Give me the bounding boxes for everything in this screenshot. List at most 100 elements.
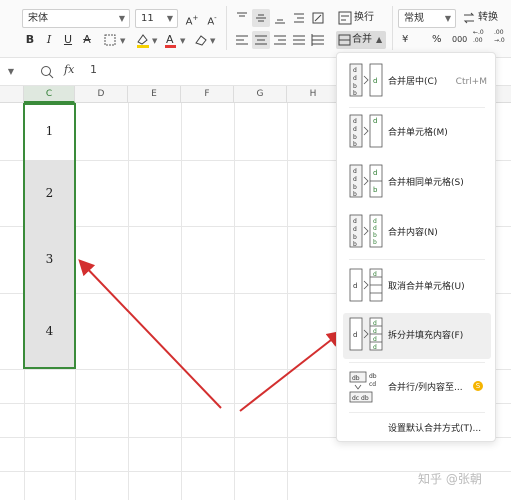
align-right-icon[interactable]: [271, 31, 289, 49]
merge-dropdown-menu: ddbb d 合并居中(C) Ctrl+M ddbb d 合并单元格(M) d …: [336, 52, 496, 442]
svg-text:b: b: [353, 184, 357, 191]
svg-text:b: b: [353, 134, 357, 141]
selection-border: [23, 103, 76, 369]
watermark: 知乎 @张朝: [418, 472, 482, 486]
fill-color-icon[interactable]: ▼: [134, 31, 160, 49]
column-header-c[interactable]: C: [24, 86, 75, 103]
menu-item-split-fill-content[interactable]: d dddd 拆分并填充内容(F): [343, 313, 491, 359]
svg-text:d: d: [373, 218, 377, 225]
column-header-h[interactable]: H: [287, 86, 340, 103]
bold-icon[interactable]: B: [21, 31, 39, 49]
menu-item-shortcut: Ctrl+M: [455, 77, 487, 87]
toolbar-divider: [226, 6, 227, 50]
distribute-icon[interactable]: [309, 31, 327, 49]
align-center-icon[interactable]: [252, 31, 270, 49]
chevron-down-icon: ▼: [166, 14, 173, 23]
merge-button[interactable]: 合并 ▲: [336, 31, 386, 49]
merge-cells-icon: ddbb d: [349, 114, 383, 148]
svg-text:cd: cd: [369, 381, 376, 388]
menu-item-unmerge-cells[interactable]: d d 取消合并单元格(U): [343, 264, 491, 310]
zoom-search-icon[interactable]: [38, 63, 56, 81]
underline-icon[interactable]: U: [59, 31, 77, 49]
chevron-down-icon: ▼: [7, 67, 14, 76]
decimal-increase-button[interactable]: ←.0 .00: [473, 29, 491, 45]
align-top-icon[interactable]: [233, 9, 251, 27]
clear-format-icon[interactable]: ▼: [192, 31, 218, 49]
toolbar: 宋体 ▼ 11 ▼ A+ A- B I U A ▼ ▼ A ▼ ▼ 换行 合并 …: [0, 0, 511, 58]
menu-item-label: 合并居中(C): [388, 77, 438, 87]
indent-icon[interactable]: [290, 9, 308, 27]
column-header-e[interactable]: E: [128, 86, 181, 103]
premium-badge-icon: S: [473, 381, 483, 391]
svg-text:d: d: [373, 320, 377, 327]
align-left-icon[interactable]: [233, 31, 251, 49]
menu-item-label: 拆分并填充内容(F): [388, 331, 464, 341]
wrap-text-label[interactable]: 换行: [354, 9, 374, 27]
menu-item-label: 合并行/列内容至...: [388, 383, 463, 393]
thousands-button[interactable]: 000: [452, 31, 467, 49]
font-size-select[interactable]: 11 ▼: [135, 9, 178, 28]
wrap-text-icon[interactable]: [336, 9, 354, 27]
orientation-icon[interactable]: [309, 9, 327, 27]
svg-text:A: A: [166, 33, 174, 46]
menu-item-label: 设置默认合并方式(T)...: [388, 424, 482, 434]
align-middle-icon[interactable]: [252, 9, 270, 27]
menu-item-label: 合并内容(N): [388, 228, 438, 238]
menu-item-label: 合并相同单元格(S): [388, 178, 464, 188]
column-header-f[interactable]: F: [181, 86, 234, 103]
strikethrough-icon[interactable]: A: [78, 31, 96, 49]
currency-button[interactable]: ¥: [402, 31, 408, 49]
svg-text:d: d: [353, 176, 357, 183]
chevron-up-icon: ▲: [376, 35, 383, 44]
font-color-icon[interactable]: A ▼: [162, 31, 188, 49]
svg-text:d: d: [353, 218, 357, 225]
grid-line: [181, 103, 182, 500]
grid-line: [234, 103, 235, 500]
svg-text:b: b: [353, 90, 357, 97]
chevron-down-icon: ▼: [444, 14, 451, 23]
svg-text:▼: ▼: [180, 37, 186, 45]
number-format-value: 常规: [404, 13, 424, 24]
align-bottom-icon[interactable]: [271, 9, 289, 27]
svg-text:b: b: [353, 241, 357, 248]
menu-divider: [349, 107, 485, 108]
percent-button[interactable]: %: [432, 31, 442, 49]
svg-text:d: d: [373, 344, 377, 351]
menu-item-merge-center[interactable]: ddbb d 合并居中(C) Ctrl+M: [343, 59, 491, 105]
name-box-dropdown[interactable]: ▼: [0, 63, 18, 82]
increase-font-icon[interactable]: A+: [183, 9, 201, 27]
grid-line: [128, 103, 129, 500]
svg-text:▼: ▼: [152, 37, 158, 45]
menu-item-label: 合并单元格(M): [388, 128, 448, 138]
decrease-font-icon[interactable]: A-: [203, 9, 221, 27]
menu-item-set-default-merge[interactable]: 设置默认合并方式(T)...: [343, 419, 491, 439]
convert-label[interactable]: 转换: [478, 9, 498, 27]
toolbar-divider: [392, 6, 393, 50]
svg-text:▼: ▼: [120, 37, 126, 45]
column-header-g[interactable]: G: [234, 86, 287, 103]
corner-cell[interactable]: [0, 86, 24, 103]
menu-item-merge-same-cells[interactable]: ddbb db 合并相同单元格(S): [343, 160, 491, 206]
merge-center-icon: ddbb d: [349, 63, 383, 97]
svg-text:d: d: [373, 117, 377, 125]
svg-text:d: d: [353, 67, 357, 74]
decimal-decrease-button[interactable]: .00 →.0: [494, 29, 511, 45]
border-icon[interactable]: ▼: [102, 31, 128, 49]
svg-text:d: d: [373, 77, 377, 85]
svg-text:d: d: [373, 271, 377, 278]
menu-item-merge-content[interactable]: ddbb ddbb 合并内容(N): [343, 210, 491, 256]
menu-item-merge-rows-columns[interactable]: db db cd dc db 合并行/列内容至... S: [343, 366, 491, 410]
justify-icon[interactable]: [290, 31, 308, 49]
italic-icon[interactable]: I: [40, 31, 58, 49]
menu-item-merge-cells[interactable]: ddbb d 合并单元格(M): [343, 110, 491, 156]
number-format-select[interactable]: 常规 ▼: [398, 9, 456, 28]
menu-divider: [349, 259, 485, 260]
convert-icon[interactable]: [460, 9, 478, 27]
formula-input[interactable]: 1: [90, 63, 97, 76]
column-header-d[interactable]: D: [75, 86, 128, 103]
font-name-select[interactable]: 宋体 ▼: [22, 9, 130, 28]
svg-text:b: b: [373, 186, 378, 194]
fx-icon[interactable]: fx: [64, 63, 74, 76]
svg-text:d: d: [353, 168, 357, 175]
svg-text:db: db: [352, 375, 360, 382]
